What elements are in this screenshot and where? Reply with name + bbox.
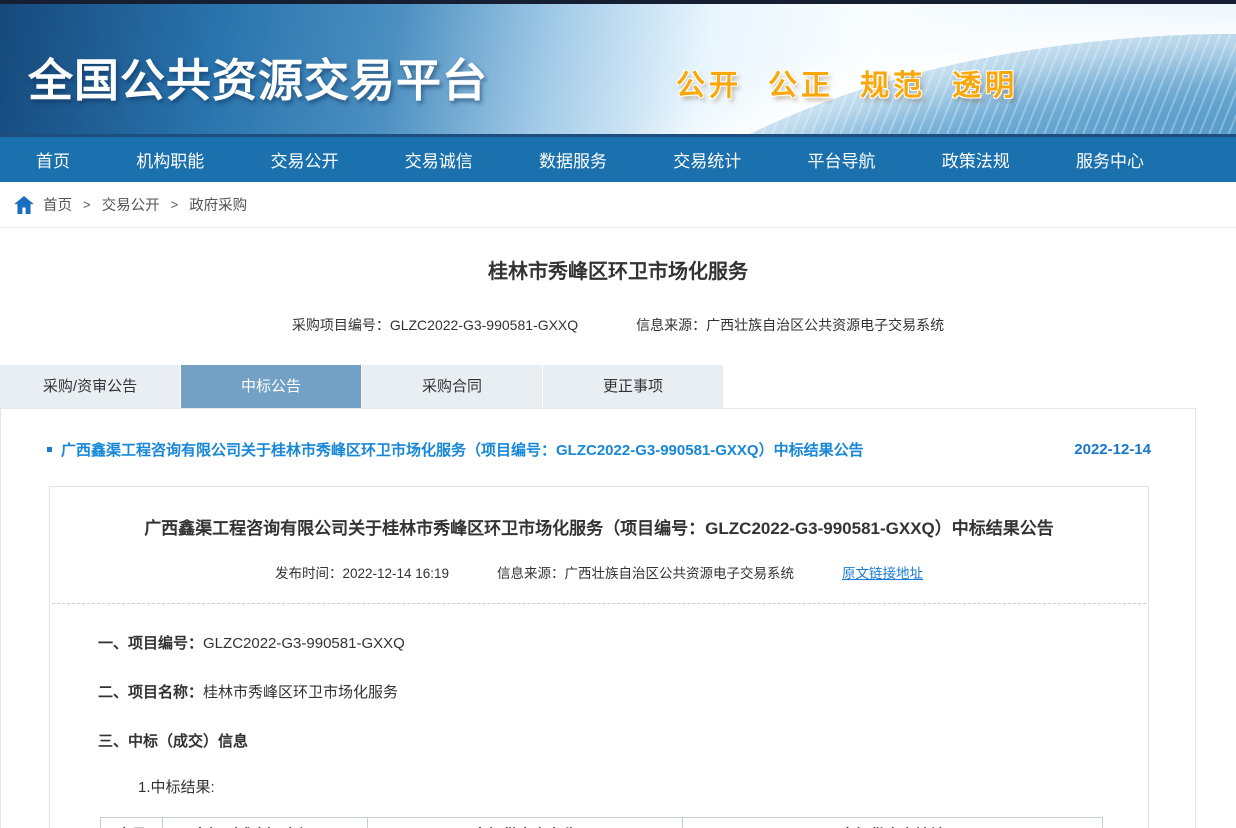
project-number: 采购项目编号：GLZC2022-G3-990581-GXXQ [292, 315, 578, 335]
section-label: 一、项目编号： [98, 635, 203, 652]
info-source-value: 广西壮族自治区公共资源电子交易系统 [706, 317, 944, 333]
section-award-info: 三、中标（成交）信息 [98, 730, 1100, 751]
tab-award-notice[interactable]: 中标公告 [181, 365, 361, 408]
site-slogan: 公开 公正 规范 透明 [676, 62, 1018, 104]
col-serial-no: 序号 [101, 818, 163, 828]
section-label: 二、项目名称： [98, 684, 203, 701]
section-value: 桂林市秀峰区环卫市场化服务 [203, 684, 398, 701]
detail-info-source: 信息来源：广西壮族自治区公共资源电子交易系统 [497, 562, 794, 582]
nav-item-data-service[interactable]: 数据服务 [539, 147, 607, 172]
section-project-name: 二、项目名称：桂林市秀峰区环卫市场化服务 [98, 681, 1100, 702]
info-source: 信息来源：广西壮族自治区公共资源电子交易系统 [636, 315, 944, 335]
table-header-row: 序号 中标（成交）金额(元) 中标供应商名称 中标供应商地址 [101, 818, 1103, 828]
nav-item-policy-law[interactable]: 政策法规 [942, 147, 1010, 172]
breadcrumb-trade-public[interactable]: 交易公开 [102, 194, 160, 215]
nav-item-org-functions[interactable]: 机构职能 [136, 147, 204, 172]
publish-time: 发布时间：2022-12-14 16:19 [275, 562, 449, 582]
project-number-value: GLZC2022-G3-990581-GXXQ [390, 317, 578, 333]
announcement-detail-box: 广西鑫渠工程咨询有限公司关于桂林市秀峰区环卫市场化服务（项目编号：GLZC202… [49, 486, 1149, 828]
announcement-link[interactable]: 广西鑫渠工程咨询有限公司关于桂林市秀峰区环卫市场化服务（项目编号：GLZC202… [61, 439, 864, 460]
page-meta: 采购项目编号：GLZC2022-G3-990581-GXXQ 信息来源：广西壮族… [0, 315, 1236, 335]
detail-title: 广西鑫渠工程咨询有限公司关于桂林市秀峰区环卫市场化服务（项目编号：GLZC202… [50, 514, 1148, 539]
section-project-number: 一、项目编号：GLZC2022-G3-990581-GXXQ [98, 632, 1100, 653]
breadcrumb-gov-procurement: 政府采购 [189, 194, 247, 215]
info-source-label: 信息来源： [636, 317, 706, 333]
announcement-tabs: 采购/资审公告 中标公告 采购合同 更正事项 [0, 365, 1236, 408]
page-title: 桂林市秀峰区环卫市场化服务 [0, 255, 1236, 284]
award-result-table: 序号 中标（成交）金额(元) 中标供应商名称 中标供应商地址 1 报价:1026… [100, 817, 1103, 828]
breadcrumb-separator: > [83, 197, 91, 212]
publish-time-label: 发布时间： [275, 566, 343, 581]
col-supplier-name: 中标供应商名称 [368, 818, 683, 828]
nav-item-trade-public[interactable]: 交易公开 [271, 147, 339, 172]
project-number-label: 采购项目编号： [292, 317, 390, 333]
main-nav: 首页 机构职能 交易公开 交易诚信 数据服务 交易统计 平台导航 政策法规 服务… [0, 137, 1236, 182]
detail-source-value: 广西壮族自治区公共资源电子交易系统 [565, 566, 795, 581]
square-bullet-icon [47, 447, 52, 452]
announcement-row: 广西鑫渠工程咨询有限公司关于桂林市秀峰区环卫市场化服务（项目编号：GLZC202… [1, 409, 1195, 460]
detail-body: 一、项目编号：GLZC2022-G3-990581-GXXQ 二、项目名称：桂林… [50, 632, 1148, 828]
breadcrumb-home[interactable]: 首页 [43, 194, 72, 215]
original-link[interactable]: 原文链接地址 [842, 562, 923, 582]
col-supplier-address: 中标供应商地址 [683, 818, 1103, 828]
nav-item-service-center[interactable]: 服务中心 [1076, 147, 1144, 172]
home-icon[interactable] [14, 196, 34, 214]
site-title: 全国公共资源交易平台 [28, 44, 488, 109]
announcement-date: 2022-12-14 [1074, 441, 1151, 458]
tab-procurement-notice[interactable]: 采购/资审公告 [0, 365, 180, 408]
detail-source-label: 信息来源： [497, 566, 565, 581]
breadcrumb-separator: > [171, 197, 179, 212]
nav-item-home[interactable]: 首页 [36, 147, 70, 172]
site-banner: 全国公共资源交易平台 公开 公正 规范 透明 [0, 0, 1236, 137]
section-value: GLZC2022-G3-990581-GXXQ [203, 635, 405, 652]
section-label: 三、中标（成交）信息 [98, 733, 248, 750]
col-award-amount: 中标（成交）金额(元) [163, 818, 368, 828]
award-result-subheading: 1.中标结果: [98, 776, 1100, 797]
tab-procurement-contract[interactable]: 采购合同 [362, 365, 542, 408]
nav-item-trade-integrity[interactable]: 交易诚信 [405, 147, 473, 172]
content-panel: 广西鑫渠工程咨询有限公司关于桂林市秀峰区环卫市场化服务（项目编号：GLZC202… [0, 408, 1196, 828]
nav-item-platform-guide[interactable]: 平台导航 [808, 147, 876, 172]
breadcrumb: 首页 > 交易公开 > 政府采购 [0, 182, 1236, 228]
dashed-divider [52, 603, 1146, 604]
publish-time-value: 2022-12-14 16:19 [342, 566, 449, 581]
detail-meta: 发布时间：2022-12-14 16:19 信息来源：广西壮族自治区公共资源电子… [50, 562, 1148, 582]
tab-correction-items[interactable]: 更正事项 [543, 365, 723, 408]
nav-item-trade-statistics[interactable]: 交易统计 [673, 147, 741, 172]
